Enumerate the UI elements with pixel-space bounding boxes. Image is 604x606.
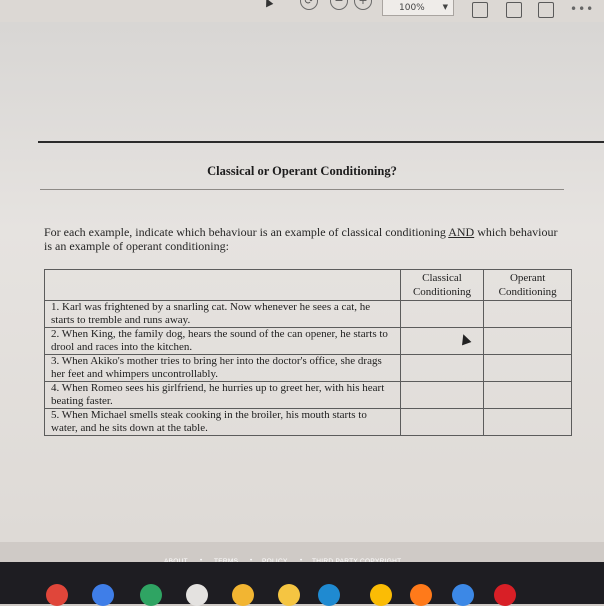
instructions: For each example, indicate which behavio… (44, 225, 564, 253)
files-icon[interactable] (452, 584, 474, 606)
zoom-out-button[interactable]: − (330, 0, 348, 10)
firefox-icon[interactable] (410, 584, 432, 606)
table-row: 5. When Michael smells steak cooking in … (44, 408, 572, 436)
fit-page-icon[interactable] (472, 2, 488, 18)
viewer-toolbar: ⟳ − + 100% ▼ ••• (0, 0, 604, 23)
title-underline (40, 189, 564, 190)
chrome-icon[interactable] (46, 584, 68, 606)
chevron-down-icon: ▼ (442, 3, 448, 11)
document-title: Classical or Operant Conditioning? (207, 164, 397, 178)
table-row: 2. When King, the family dog, hears the … (44, 327, 572, 355)
classical-answer-cell[interactable] (399, 300, 485, 328)
classroom-icon[interactable] (232, 584, 254, 606)
rotate-icon[interactable] (506, 2, 522, 18)
zoom-select[interactable]: 100% ▼ (382, 0, 454, 16)
table-row: 1. Karl was frightened by a snarling cat… (44, 300, 572, 328)
question-text: 1. Karl was frightened by a snarling cat… (44, 300, 401, 328)
document-page: Classical or Operant Conditioning? For e… (0, 22, 604, 542)
question-text: 5. When Michael smells steak cooking in … (44, 408, 401, 436)
table-header-row: Classical Conditioning Operant Condition… (44, 269, 572, 301)
play-store-icon[interactable] (140, 584, 162, 606)
instructions-text-1: For each example, indicate which behavio… (44, 225, 449, 239)
operant-answer-cell[interactable] (483, 327, 572, 355)
prime-video-icon[interactable] (318, 584, 340, 606)
gmail-icon[interactable] (186, 584, 208, 606)
drive-icon[interactable] (370, 584, 392, 606)
table-row: 3. When Akiko's mother tries to bring he… (44, 354, 572, 382)
history-icon[interactable]: ⟳ (300, 0, 318, 10)
operant-answer-cell[interactable] (483, 381, 572, 409)
classical-answer-cell[interactable] (399, 354, 485, 382)
question-text: 4. When Romeo sees his girlfriend, he hu… (44, 381, 401, 409)
question-text: 2. When King, the family dog, hears the … (44, 327, 401, 355)
instructions-emphasis: AND (448, 225, 475, 239)
table-row: 4. When Romeo sees his girlfriend, he hu… (44, 381, 572, 409)
zoom-level: 100% (399, 3, 425, 13)
conditioning-table: Classical Conditioning Operant Condition… (44, 269, 572, 436)
classical-answer-cell[interactable] (399, 381, 485, 409)
operant-answer-cell[interactable] (483, 354, 572, 382)
operant-answer-cell[interactable] (483, 408, 572, 436)
docs-icon[interactable] (92, 584, 114, 606)
taskbar (0, 562, 604, 606)
netflix-icon[interactable] (494, 584, 516, 606)
question-text: 3. When Akiko's mother tries to bring he… (44, 354, 401, 382)
page-top-rule (38, 141, 604, 143)
zoom-in-button[interactable]: + (354, 0, 372, 10)
chat-icon[interactable] (278, 584, 300, 606)
pointer-icon (262, 0, 274, 8)
operant-answer-cell[interactable] (483, 300, 572, 328)
fullscreen-icon[interactable] (538, 2, 554, 18)
header-classical: Classical Conditioning (399, 269, 485, 301)
footer: ABOUT • TERMS • POLICY • THIRD PARTY COP… (0, 542, 604, 565)
more-options-icon[interactable]: ••• (570, 2, 594, 16)
classical-answer-cell[interactable] (399, 408, 485, 436)
header-blank-cell (44, 269, 401, 301)
header-operant: Operant Conditioning (483, 269, 572, 301)
